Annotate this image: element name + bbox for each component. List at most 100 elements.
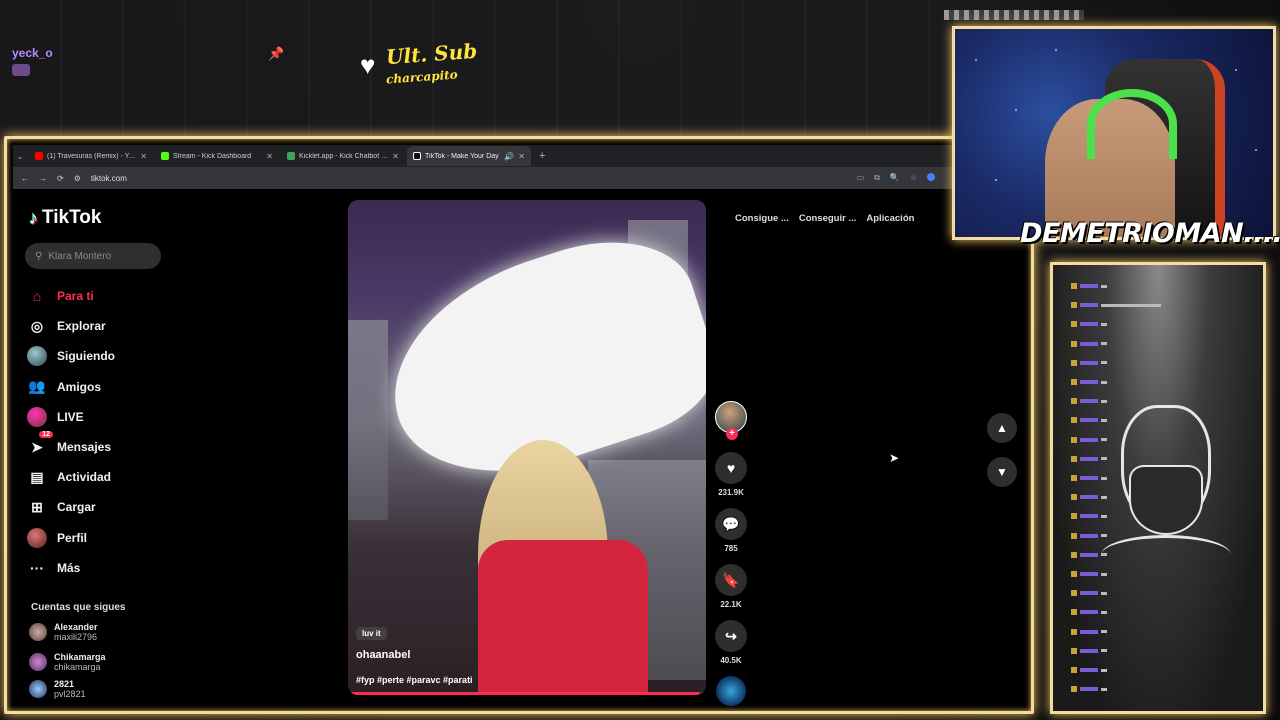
nav-label: Siguiendo (57, 349, 115, 364)
video-subject-dress (478, 540, 648, 695)
chat-message-line (1071, 647, 1107, 654)
chat-message-line (1071, 475, 1107, 481)
bearded-mascot-logo (1101, 405, 1231, 575)
avatar (29, 680, 47, 698)
zoom-icon[interactable]: 🔍 (890, 173, 900, 183)
tab-title: Stream - Kick Dashboard (173, 152, 252, 160)
close-icon[interactable]: ✕ (266, 152, 273, 161)
following-account[interactable]: Alexander maxili2796 (29, 622, 98, 642)
following-account[interactable]: 2821 pvl2821 (29, 679, 86, 699)
video-username[interactable]: ohaanabel (356, 649, 410, 661)
account-name: Alexander (54, 622, 98, 632)
tab-kick-dashboard[interactable]: Stream - Kick Dashboard ✕ (155, 146, 279, 166)
music-disc-icon[interactable] (716, 676, 746, 706)
nav-label: Más (57, 560, 81, 575)
close-icon[interactable]: ✕ (140, 152, 147, 161)
headset (1087, 89, 1177, 159)
nav-mensajes[interactable]: ➤ 12 Mensajes (27, 431, 227, 462)
like-button[interactable]: ♥ (715, 452, 747, 484)
chat-message-line (1071, 455, 1107, 462)
video-player[interactable]: luv it ohaanabel #fyp #perte #paravc #pa… (348, 200, 706, 695)
video-caption[interactable]: #fyp #perte #paravc #parati (356, 675, 473, 685)
avatar-icon (27, 346, 47, 367)
tab-youtube[interactable]: (1) Travesuras (Remix) - YouTube ✕ (29, 146, 153, 166)
cam-frame-decoration (944, 10, 1084, 20)
nav-live[interactable]: LIVE (27, 402, 227, 432)
profile-icon (27, 527, 47, 548)
new-tab-button[interactable]: + (533, 150, 551, 162)
nav-amigos[interactable]: 👥 Amigos (27, 372, 227, 402)
tab-title: (1) Travesuras (Remix) - YouTube (47, 152, 137, 160)
save-button[interactable]: 🔖 (715, 564, 747, 596)
following-account[interactable]: Chikamarga chikamarga (29, 652, 106, 672)
video-progress[interactable] (348, 692, 706, 695)
kicklet-icon (287, 152, 295, 160)
extension-icon[interactable] (927, 173, 935, 181)
video-progress-fill (348, 692, 699, 695)
sound-tag[interactable]: luv it (356, 627, 387, 640)
url-field[interactable]: tiktok.com (91, 174, 127, 183)
compass-icon: ◎ (30, 317, 44, 334)
chat-message-line (1071, 686, 1107, 693)
tiktok-logo[interactable]: ♪ TikTok (29, 207, 101, 229)
tab-title: Kicklet.app - Kick Chatbot and (299, 152, 389, 160)
audio-icon[interactable]: 🔊 (504, 152, 514, 161)
pin-icon: 📌 (268, 46, 285, 61)
tab-list-chevron-icon[interactable]: ⌄ (13, 152, 27, 161)
nav-cargar[interactable]: ⊞ Cargar (27, 492, 227, 522)
forward-icon[interactable]: → (39, 174, 47, 183)
close-icon[interactable]: ✕ (518, 152, 525, 161)
account-name: 2821 (54, 679, 75, 689)
friends-icon: 👥 (28, 378, 46, 395)
share-button[interactable]: ↪ (715, 620, 747, 652)
browser-window: ⌄ (1) Travesuras (Remix) - YouTube ✕ Str… (4, 136, 1034, 714)
search-input[interactable]: ⚲ Klara Montero (25, 243, 161, 269)
nav-label: LIVE (57, 409, 84, 424)
send-icon: ➤ 12 (27, 431, 53, 457)
creator-avatar[interactable]: + (715, 401, 747, 440)
background-ceiling (0, 0, 940, 135)
activity-icon: ▤ (30, 468, 44, 485)
reload-icon[interactable]: ⟳ (57, 174, 64, 183)
close-icon[interactable]: ✕ (392, 152, 399, 161)
nav-para-ti[interactable]: ⌂ Para ti (27, 281, 227, 311)
nav-mas[interactable]: ··· Más (27, 553, 227, 583)
chat-message-line (1071, 571, 1107, 577)
mascot-shoulders (1101, 535, 1231, 575)
star (1235, 69, 1237, 71)
follow-plus-icon[interactable]: + (726, 428, 738, 440)
site-info-icon[interactable]: ⚙ (74, 174, 81, 183)
search-placeholder: Klara Montero (48, 250, 112, 262)
sidebar-nav: ⌂ Para ti ◎ Explorar Siguiendo 👥 Amigos … (27, 281, 227, 583)
next-video-button[interactable]: ▼ (987, 457, 1017, 487)
bookmark-star-icon[interactable]: ☆ (910, 173, 917, 183)
nav-label: Amigos (57, 379, 102, 394)
chat-message-line (1071, 340, 1107, 347)
nav-label: Perfil (57, 530, 88, 545)
tab-kicklet[interactable]: Kicklet.app - Kick Chatbot and ✕ (281, 146, 405, 166)
get-coins-button[interactable]: Consigue ... (735, 213, 789, 224)
bookmark-icon: 🔖 (722, 571, 740, 588)
stream-overlay: yeck_o 📌 ♥ Ult. Sub charcapito ⌄ (1) Tra… (0, 0, 1280, 720)
translate-icon[interactable]: ⧉ (874, 173, 880, 183)
comment-button[interactable]: 💬 (715, 508, 747, 540)
back-icon[interactable]: ← (21, 174, 29, 183)
mouse-cursor-icon: ➤ (889, 451, 900, 465)
streamer-name: DEMETRIOMAN.... (1020, 218, 1280, 249)
previous-video-button[interactable]: ▲ (987, 413, 1017, 443)
get-app-button[interactable]: Conseguir ... (799, 213, 857, 224)
app-button[interactable]: Aplicación (866, 213, 914, 224)
address-bar: ← → ⟳ ⚙ tiktok.com ▭ ⧉ 🔍 ☆ (13, 167, 1031, 189)
nav-explorar[interactable]: ◎ Explorar (27, 311, 227, 341)
tab-tiktok[interactable]: TikTok - Make Your Day 🔊 ✕ (407, 146, 531, 166)
webcam-view (952, 26, 1276, 240)
star (995, 179, 997, 181)
nav-siguiendo[interactable]: Siguiendo (27, 341, 227, 371)
nav-label: Cargar (57, 500, 96, 515)
nav-actividad[interactable]: ▤ Actividad (27, 462, 227, 492)
avatar (29, 653, 47, 671)
nav-perfil[interactable]: Perfil (27, 523, 227, 553)
avatar (29, 623, 47, 641)
nav-label: Actividad (57, 470, 112, 485)
install-icon[interactable]: ▭ (857, 173, 865, 183)
